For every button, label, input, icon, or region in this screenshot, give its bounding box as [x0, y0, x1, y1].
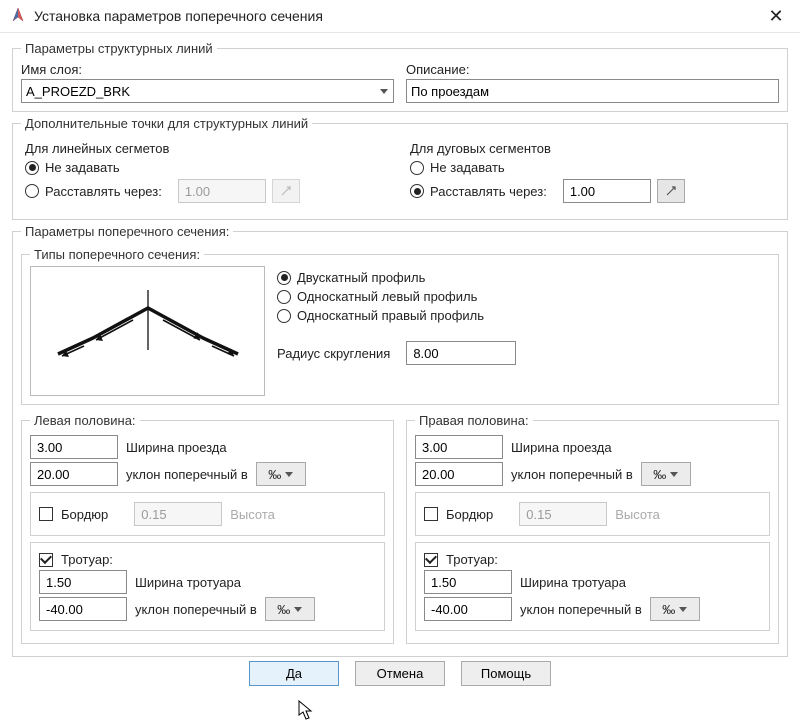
- line-pick-button: [272, 179, 300, 203]
- left-sidewalk-slope-unit[interactable]: ‰: [265, 597, 315, 621]
- left-sidewalk-width-label: Ширина тротуара: [135, 575, 241, 590]
- arc-spacing-label: Расставлять через:: [430, 184, 547, 199]
- line-spacing-label: Расставлять через:: [45, 184, 162, 199]
- left-slope-label: уклон поперечный в: [126, 467, 248, 482]
- left-curb-height-label: Высота: [230, 507, 275, 522]
- right-width-input[interactable]: [415, 435, 503, 459]
- profile-preview: [30, 266, 265, 396]
- right-sidewalk-width-label: Ширина тротуара: [520, 575, 626, 590]
- window-title: Установка параметров поперечного сечения: [34, 8, 323, 24]
- arc-segments-legend: Для дуговых сегментов: [410, 141, 775, 156]
- arc-spacing-input[interactable]: [563, 179, 651, 203]
- profile-gable-radio[interactable]: [277, 271, 291, 285]
- right-half-group: Правая половина: Ширина проезда уклон по…: [406, 413, 779, 644]
- line-spacing-radio[interactable]: [25, 184, 39, 198]
- left-half-legend: Левая половина:: [30, 413, 140, 428]
- help-button[interactable]: Помощь: [461, 661, 551, 686]
- arc-none-radio[interactable]: [410, 161, 424, 175]
- right-sidewalk-slope-unit[interactable]: ‰: [650, 597, 700, 621]
- layer-label: Имя слоя:: [21, 62, 394, 77]
- right-sidewalk-checkbox[interactable]: [424, 553, 438, 567]
- profile-single-right-label: Односкатный правый профиль: [297, 308, 484, 323]
- right-slope-label: уклон поперечный в: [511, 467, 633, 482]
- line-segments-legend: Для линейных сегметов: [25, 141, 390, 156]
- layer-select[interactable]: [21, 79, 394, 103]
- left-sidewalk-checkbox[interactable]: [39, 553, 53, 567]
- radius-input[interactable]: [406, 341, 516, 365]
- left-slope-input[interactable]: [30, 462, 118, 486]
- left-sidewalk-width-input[interactable]: [39, 570, 127, 594]
- cursor-icon: [298, 700, 316, 722]
- left-half-group: Левая половина: Ширина проезда уклон поп…: [21, 413, 394, 644]
- profile-single-left-label: Односкатный левый профиль: [297, 289, 477, 304]
- cross-section-group: Параметры поперечного сечения: Типы попе…: [12, 224, 788, 657]
- cancel-button[interactable]: Отмена: [355, 661, 445, 686]
- left-curb-label: Бордюр: [61, 507, 108, 522]
- profile-types-legend: Типы поперечного сечения:: [30, 247, 204, 262]
- app-icon: [10, 7, 26, 26]
- left-sidewalk-label: Тротуар:: [61, 552, 113, 567]
- right-width-label: Ширина проезда: [511, 440, 612, 455]
- close-button[interactable]: ✕: [760, 4, 792, 28]
- extra-points-legend: Дополнительные точки для структурных лин…: [21, 116, 312, 131]
- radius-label: Радиус скругления: [277, 346, 390, 361]
- left-width-input[interactable]: [30, 435, 118, 459]
- arc-spacing-radio[interactable]: [410, 184, 424, 198]
- left-width-label: Ширина проезда: [126, 440, 227, 455]
- cross-section-legend: Параметры поперечного сечения:: [21, 224, 233, 239]
- profile-single-right-radio[interactable]: [277, 309, 291, 323]
- profile-types-group: Типы поперечного сечения:: [21, 247, 779, 405]
- profile-single-left-radio[interactable]: [277, 290, 291, 304]
- right-sidewalk-slope-input[interactable]: [424, 597, 512, 621]
- description-label: Описание:: [406, 62, 779, 77]
- right-sidewalk-width-input[interactable]: [424, 570, 512, 594]
- right-sidewalk-slope-label: уклон поперечный в: [520, 602, 642, 617]
- arc-pick-button[interactable]: [657, 179, 685, 203]
- right-sidewalk-label: Тротуар:: [446, 552, 498, 567]
- right-curb-height-input: [519, 502, 607, 526]
- extra-points-group: Дополнительные точки для структурных лин…: [12, 116, 788, 220]
- profile-gable-label: Двускатный профиль: [297, 270, 425, 285]
- structural-lines-legend: Параметры структурных линий: [21, 41, 217, 56]
- right-half-legend: Правая половина:: [415, 413, 533, 428]
- right-slope-input[interactable]: [415, 462, 503, 486]
- structural-lines-group: Параметры структурных линий Имя слоя: Оп…: [12, 41, 788, 112]
- left-sidewalk-slope-label: уклон поперечный в: [135, 602, 257, 617]
- line-none-label: Не задавать: [45, 160, 120, 175]
- line-none-radio[interactable]: [25, 161, 39, 175]
- right-slope-unit[interactable]: ‰: [641, 462, 691, 486]
- arc-none-label: Не задавать: [430, 160, 505, 175]
- right-curb-height-label: Высота: [615, 507, 660, 522]
- left-slope-unit[interactable]: ‰: [256, 462, 306, 486]
- right-curb-checkbox[interactable]: [424, 507, 438, 521]
- description-input[interactable]: [406, 79, 779, 103]
- ok-button[interactable]: Да: [249, 661, 339, 686]
- left-sidewalk-slope-input[interactable]: [39, 597, 127, 621]
- left-curb-checkbox[interactable]: [39, 507, 53, 521]
- right-curb-label: Бордюр: [446, 507, 493, 522]
- line-spacing-input: [178, 179, 266, 203]
- left-curb-height-input: [134, 502, 222, 526]
